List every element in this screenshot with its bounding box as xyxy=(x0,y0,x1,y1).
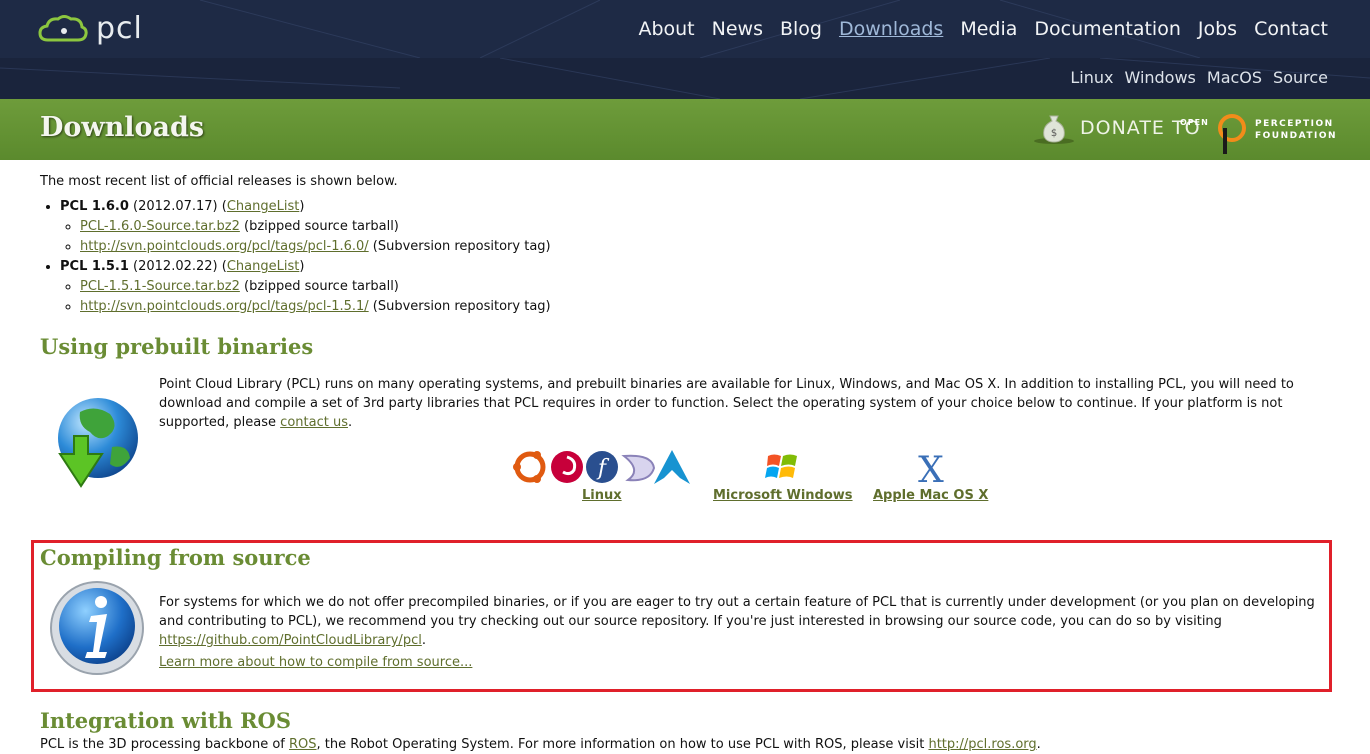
source-heading: Compiling from source xyxy=(40,545,311,570)
source-body: For systems for which we do not offer pr… xyxy=(159,595,1315,629)
svn-link[interactable]: http://svn.pointclouds.org/pcl/tags/pcl-… xyxy=(80,299,369,314)
nav-documentation[interactable]: Documentation xyxy=(1034,18,1180,40)
arch-icon xyxy=(654,450,690,484)
tarball-desc: (bzipped source tarball) xyxy=(239,279,399,294)
release-item: PCL 1.6.0 (2012.07.17) (ChangeList) PCL-… xyxy=(60,197,1330,257)
releases-section: The most recent list of official release… xyxy=(40,172,1330,317)
release-close: ) xyxy=(299,259,305,274)
changelist-link[interactable]: ChangeList xyxy=(227,199,300,214)
open-text: OPEN xyxy=(1180,118,1209,127)
mandriva-icon xyxy=(621,454,656,482)
svg-text:$: $ xyxy=(1051,128,1057,139)
subnav-linux[interactable]: Linux xyxy=(1070,68,1113,87)
cloud-logo-icon xyxy=(38,15,88,42)
os-link-windows[interactable]: Microsoft Windows xyxy=(713,488,853,503)
svn-item: http://svn.pointclouds.org/pcl/tags/pcl-… xyxy=(80,237,1330,257)
release-name: PCL 1.6.0 xyxy=(60,199,129,214)
intro-text: The most recent list of official release… xyxy=(40,174,398,189)
release-list: PCL 1.6.0 (2012.07.17) (ChangeList) PCL-… xyxy=(40,197,1330,317)
nav-about[interactable]: About xyxy=(638,18,694,40)
nav-contact[interactable]: Contact xyxy=(1254,18,1328,40)
os-chooser: f X Linux Microsoft Windows Apple Mac OS… xyxy=(512,448,992,508)
release-date: (2012.02.22) ( xyxy=(133,259,227,274)
ubuntu-icon xyxy=(513,451,546,483)
release-date: (2012.07.17) ( xyxy=(133,199,227,214)
sub-nav: Linux Windows MacOS Source xyxy=(1070,68,1328,87)
mac-x-icon[interactable]: X xyxy=(916,448,946,486)
subnav-macos[interactable]: MacOS xyxy=(1207,68,1262,87)
debian-icon xyxy=(551,451,583,483)
ros-text: PCL is the 3D processing backbone of ROS… xyxy=(40,737,1041,752)
globe-download-icon xyxy=(58,398,138,488)
ros-body1: PCL is the 3D processing backbone of xyxy=(40,737,290,752)
nav-downloads[interactable]: Downloads xyxy=(839,18,943,40)
release-close: ) xyxy=(299,199,305,214)
ros-url-link[interactable]: http://pcl.ros.org xyxy=(928,737,1036,752)
source-text: For systems for which we do not offer pr… xyxy=(159,593,1319,650)
learn-compile-link[interactable]: Learn more about how to compile from sou… xyxy=(159,655,472,670)
tarball-link[interactable]: PCL-1.5.1-Source.tar.bz2 xyxy=(80,279,240,294)
subnav-source[interactable]: Source xyxy=(1273,68,1328,87)
page-title: Downloads xyxy=(40,112,205,143)
foundation-line1: PERCEPTION xyxy=(1255,119,1334,129)
info-icon xyxy=(50,581,144,675)
foundation-line2: FOUNDATION xyxy=(1255,131,1338,141)
nav-jobs[interactable]: Jobs xyxy=(1198,18,1237,40)
donate-link[interactable]: $ DONATE TO xyxy=(1030,112,1201,144)
svn-desc: (Subversion repository tag) xyxy=(368,299,551,314)
tarball-desc: (bzipped source tarball) xyxy=(239,219,399,234)
svn-link[interactable]: http://svn.pointclouds.org/pcl/tags/pcl-… xyxy=(80,239,369,254)
contact-link[interactable]: contact us xyxy=(280,415,348,430)
tarball-item: PCL-1.6.0-Source.tar.bz2 (bzipped source… xyxy=(80,217,1330,237)
fedora-icon: f xyxy=(586,451,618,483)
top-nav-bar: pcl About News Blog Downloads Media Docu… xyxy=(0,0,1370,58)
ros-heading: Integration with ROS xyxy=(40,708,292,733)
release-item: PCL 1.5.1 (2012.02.22) (ChangeList) PCL-… xyxy=(60,257,1330,317)
subnav-windows[interactable]: Windows xyxy=(1124,68,1195,87)
nav-news[interactable]: News xyxy=(712,18,763,40)
windows-icon[interactable] xyxy=(764,450,800,484)
tarball-link[interactable]: PCL-1.6.0-Source.tar.bz2 xyxy=(80,219,240,234)
nav-media[interactable]: Media xyxy=(960,18,1017,40)
nav-blog[interactable]: Blog xyxy=(780,18,822,40)
logo-text: pcl xyxy=(96,11,143,46)
money-bag-icon: $ xyxy=(1034,115,1074,144)
os-link-linux[interactable]: Linux xyxy=(582,488,622,503)
main-nav: About News Blog Downloads Media Document… xyxy=(638,18,1328,40)
svg-text:X: X xyxy=(918,450,944,486)
ros-link[interactable]: ROS xyxy=(289,737,317,752)
open-perception-logo-icon xyxy=(1218,114,1246,154)
ros-end: . xyxy=(1036,737,1041,752)
svn-item: http://svn.pointclouds.org/pcl/tags/pcl-… xyxy=(80,297,1330,317)
pcl-logo[interactable]: pcl xyxy=(38,14,143,44)
ros-body2: , the Robot Operating System. For more i… xyxy=(316,737,929,752)
changelist-link[interactable]: ChangeList xyxy=(227,259,300,274)
prebuilt-text: Point Cloud Library (PCL) runs on many o… xyxy=(159,375,1299,432)
foundation-name: PERCEPTION FOUNDATION xyxy=(1255,118,1337,142)
prebuilt-end: . xyxy=(347,415,353,430)
linux-distros-icons[interactable]: f xyxy=(512,448,692,488)
release-name: PCL 1.5.1 xyxy=(60,259,129,274)
tarball-item: PCL-1.5.1-Source.tar.bz2 (bzipped source… xyxy=(80,277,1330,297)
prebuilt-heading: Using prebuilt binaries xyxy=(40,334,314,359)
github-link[interactable]: https://github.com/PointCloudLibrary/pcl xyxy=(159,633,422,648)
source-end: . xyxy=(421,633,426,648)
os-link-mac[interactable]: Apple Mac OS X xyxy=(873,488,988,503)
svn-desc: (Subversion repository tag) xyxy=(368,239,551,254)
